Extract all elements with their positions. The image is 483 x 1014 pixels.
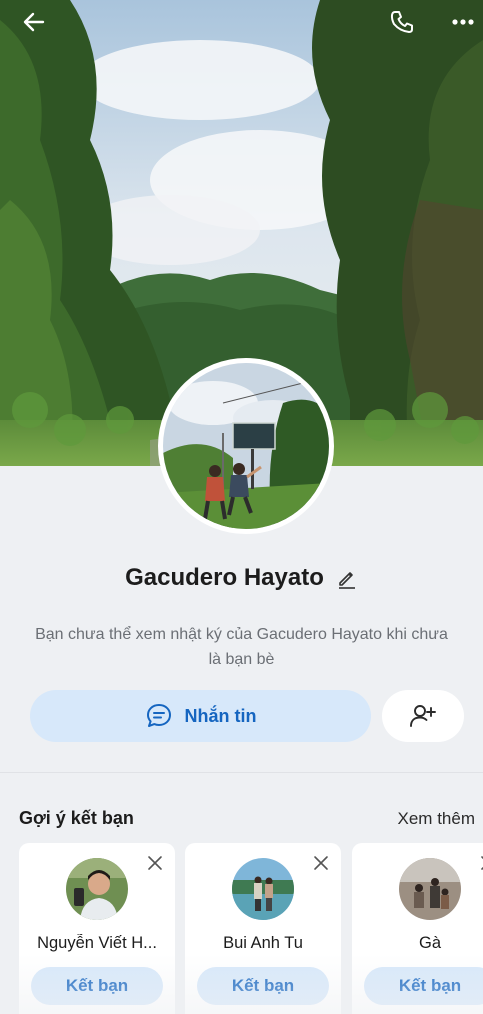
add-friend-button[interactable] [382, 690, 464, 742]
avatar-image [163, 363, 329, 529]
back-button[interactable] [18, 6, 50, 38]
profile-avatar[interactable] [158, 358, 334, 534]
message-button[interactable]: Nhắn tin [30, 690, 371, 742]
profile-name: Gacudero Hayato [125, 564, 324, 591]
phone-icon [390, 11, 413, 33]
suggestion-avatar-image [232, 858, 294, 920]
top-bar [0, 0, 483, 44]
avatar[interactable] [399, 858, 461, 920]
arrow-left-icon [23, 12, 45, 32]
add-friend-button[interactable]: Kết bạn [364, 967, 483, 1005]
chat-bubble-icon [146, 704, 171, 727]
profile-name-row: Gacudero Hayato [0, 560, 483, 596]
suggestion-name: Gà [418, 934, 441, 952]
suggestion-name: Nguyễn Viết H... [37, 934, 157, 952]
section-divider [0, 772, 483, 773]
call-button[interactable] [386, 6, 418, 38]
suggestion-avatar-image [66, 858, 128, 920]
suggestion-card[interactable]: Gà Kết bạn [352, 843, 483, 1014]
suggestion-cards: Nguyễn Viết H... Kết bạn Bui Anh Tu Kết [0, 843, 483, 1014]
add-friend-button[interactable]: Kết bạn [31, 967, 163, 1005]
more-horizontal-icon [452, 19, 474, 25]
close-icon [148, 856, 162, 870]
suggestions-title: Gợi ý kết bạn [19, 808, 134, 828]
see-more-link[interactable]: Xem thêm [398, 809, 475, 829]
suggestion-avatar-image [399, 858, 461, 920]
avatar[interactable] [232, 858, 294, 920]
dismiss-suggestion-button[interactable] [147, 855, 163, 871]
more-button[interactable] [447, 6, 479, 38]
message-button-label: Nhắn tin [184, 705, 257, 726]
avatar[interactable] [66, 858, 128, 920]
dismiss-suggestion-button[interactable] [313, 855, 329, 871]
add-user-icon [410, 705, 436, 727]
privacy-notice: Bạn chưa thể xem nhật ký của Gacudero Ha… [35, 626, 448, 668]
add-friend-button[interactable]: Kết bạn [197, 967, 329, 1005]
close-icon [314, 856, 328, 870]
suggestion-card[interactable]: Bui Anh Tu Kết bạn [185, 843, 341, 1014]
suggestion-card[interactable]: Nguyễn Viết H... Kết bạn [19, 843, 175, 1014]
pencil-icon [338, 572, 355, 589]
edit-name-button[interactable] [336, 567, 358, 589]
suggestion-name: Bui Anh Tu [223, 934, 303, 952]
